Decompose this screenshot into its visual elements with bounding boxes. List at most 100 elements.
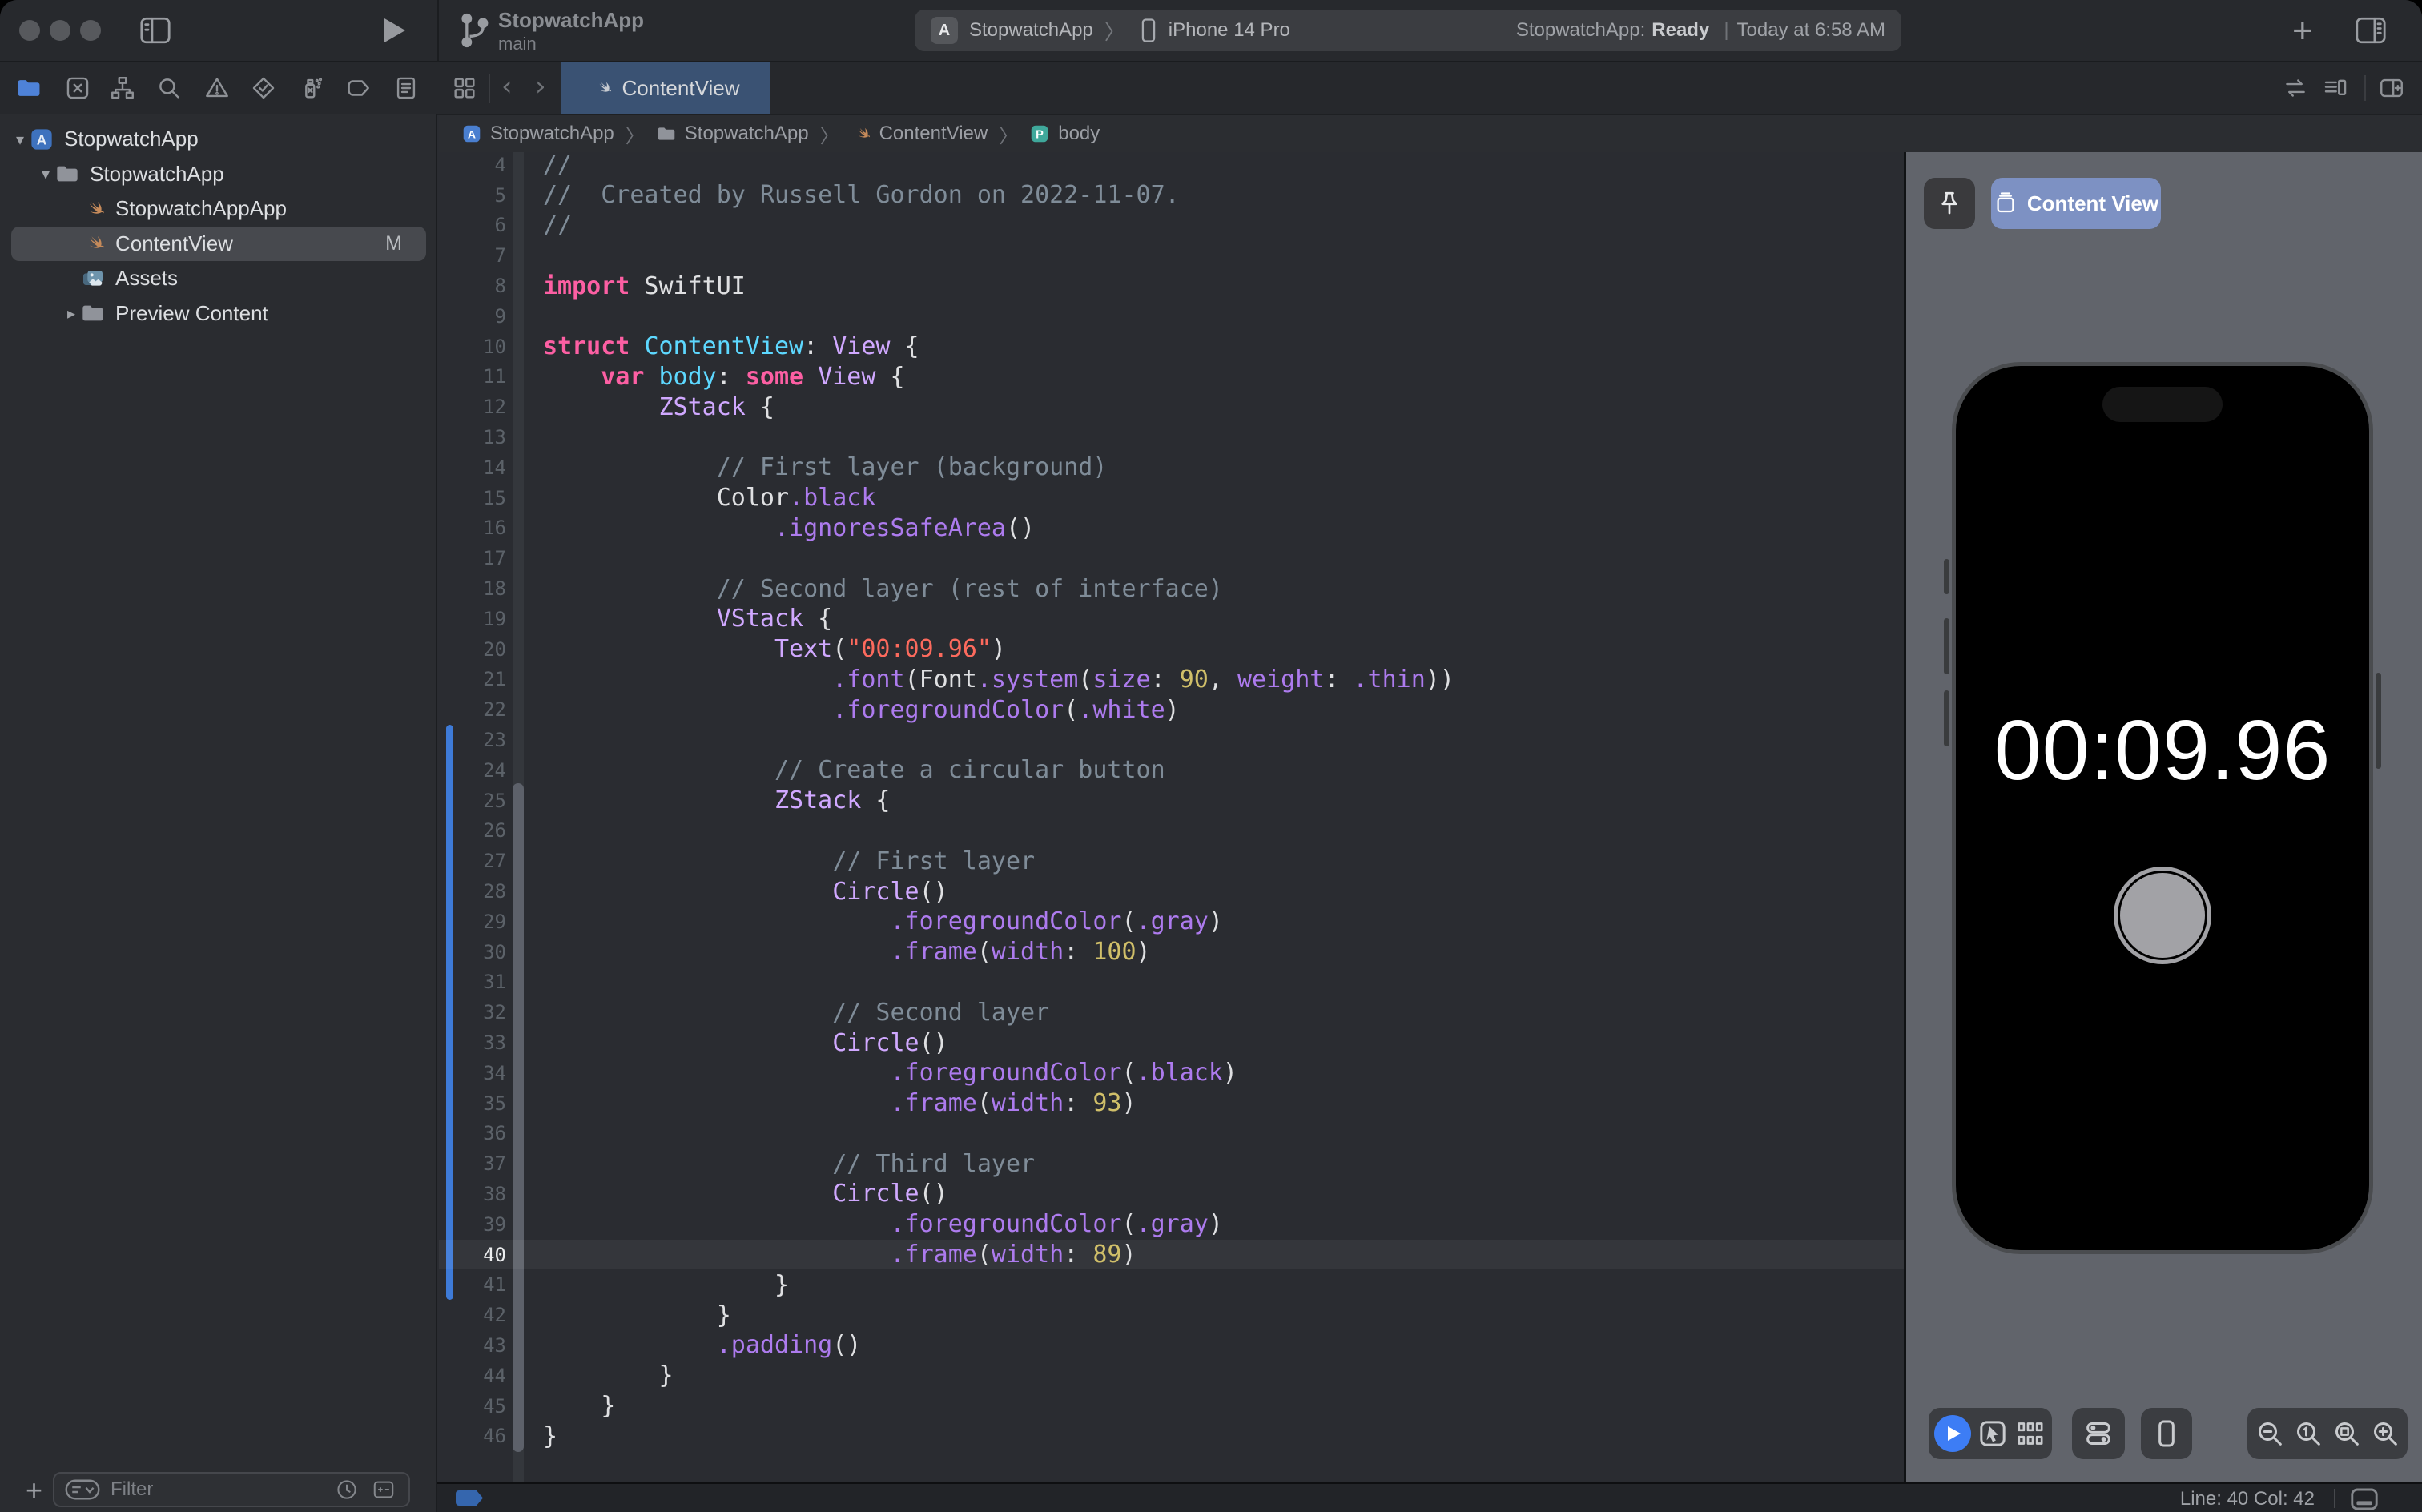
- selectable-mode-icon[interactable]: [1977, 1418, 2009, 1450]
- recent-files-icon[interactable]: [335, 1478, 359, 1502]
- device-settings-icon[interactable]: [2082, 1418, 2114, 1450]
- add-item-icon[interactable]: +: [2292, 11, 2313, 51]
- report-navigator-icon[interactable]: [390, 72, 422, 104]
- code-line[interactable]: 22 .foregroundColor(.white): [439, 694, 1904, 725]
- run-button[interactable]: [384, 18, 405, 42]
- issue-navigator-icon[interactable]: [201, 72, 233, 104]
- stopwatch-button[interactable]: [2114, 867, 2211, 964]
- code-line[interactable]: 33 Circle(): [439, 1027, 1904, 1058]
- code-line[interactable]: 10 struct ContentView: View {: [439, 332, 1904, 362]
- related-items-icon[interactable]: [449, 72, 481, 104]
- go-forward-icon[interactable]: ›: [535, 70, 546, 103]
- editor-options-icon[interactable]: [2319, 72, 2352, 104]
- toggle-inspector-icon[interactable]: [2355, 16, 2387, 49]
- code-line[interactable]: 18 // Second layer (rest of interface): [439, 573, 1904, 604]
- code-line[interactable]: 26: [439, 816, 1904, 846]
- disclosure-icon[interactable]: ▸: [62, 304, 80, 323]
- sidebar-item-preview-content[interactable]: ▸ Preview Content: [0, 296, 437, 332]
- add-file-icon[interactable]: +: [26, 1474, 42, 1507]
- source-control-filter-icon[interactable]: [372, 1478, 396, 1502]
- code-line[interactable]: 28 Circle(): [439, 876, 1904, 907]
- variants-mode-icon[interactable]: [2014, 1418, 2046, 1450]
- code-line[interactable]: 17: [439, 543, 1904, 573]
- code-line[interactable]: 31: [439, 967, 1904, 998]
- scheme-bar[interactable]: A StopwatchApp 〉 iPhone 14 Pro Stopwatch…: [915, 10, 1901, 51]
- code-line[interactable]: 40 .frame(width: 89): [439, 1239, 1904, 1270]
- code-line[interactable]: 8 import SwiftUI: [439, 271, 1904, 301]
- code-review-icon[interactable]: [2279, 72, 2311, 104]
- code-line[interactable]: 44 }: [439, 1361, 1904, 1391]
- code-line[interactable]: 42 }: [439, 1300, 1904, 1330]
- sidebar-item-stopwatchapp[interactable]: ▾ StopwatchApp: [0, 157, 437, 192]
- breadcrumb[interactable]: A StopwatchApp 〉 StopwatchApp 〉 ContentView 〉 P…: [439, 115, 2422, 152]
- debug-navigator-icon[interactable]: [295, 72, 327, 104]
- pin-preview-button[interactable]: [1924, 178, 1975, 229]
- code-line[interactable]: 24 // Create a circular button: [439, 755, 1904, 786]
- code-line[interactable]: 30 .frame(width: 100): [439, 937, 1904, 967]
- sidebar-item-stopwatchapp[interactable]: ▾ A StopwatchApp: [0, 122, 437, 157]
- editor-tab-contentview[interactable]: ContentView: [561, 62, 770, 114]
- code-line[interactable]: 11 var body: some View {: [439, 362, 1904, 392]
- code-line[interactable]: 12 ZStack {: [439, 392, 1904, 422]
- project-name[interactable]: StopwatchApp: [498, 8, 644, 33]
- run-destination[interactable]: iPhone 14 Pro: [1169, 19, 1290, 42]
- breadcrumb-item-contentview[interactable]: ContentView: [851, 123, 988, 145]
- device-bezels-icon[interactable]: [2150, 1418, 2183, 1450]
- breadcrumb-item-body[interactable]: Pbody: [1029, 123, 1100, 145]
- code-line[interactable]: 6 //: [439, 211, 1904, 241]
- code-line[interactable]: 34 .foregroundColor(.black): [439, 1058, 1904, 1088]
- branch-name[interactable]: main: [498, 34, 537, 54]
- breakpoint-indicator-icon[interactable]: [456, 1490, 483, 1506]
- symbols-navigator-icon[interactable]: [107, 72, 139, 104]
- code-line[interactable]: 23: [439, 725, 1904, 755]
- code-line[interactable]: 7: [439, 240, 1904, 271]
- code-line[interactable]: 45 }: [439, 1391, 1904, 1422]
- sidebar-item-stopwatchappapp[interactable]: StopwatchAppApp: [0, 191, 437, 227]
- code-line[interactable]: 16 .ignoresSafeArea(): [439, 513, 1904, 544]
- add-editor-icon[interactable]: [2376, 72, 2408, 104]
- disclosure-icon[interactable]: ▾: [11, 130, 29, 149]
- filter-field[interactable]: Filter: [53, 1472, 410, 1507]
- breadcrumb-item-stopwatchapp[interactable]: StopwatchApp: [656, 123, 809, 145]
- code-line[interactable]: 20 Text("00:09.96"): [439, 634, 1904, 665]
- zoom-out-icon[interactable]: [2254, 1418, 2286, 1450]
- code-line[interactable]: 19 VStack {: [439, 604, 1904, 634]
- code-line[interactable]: 5 // Created by Russell Gordon on 2022-11…: [439, 180, 1904, 211]
- zoom-window-button[interactable]: [80, 20, 101, 41]
- code-line[interactable]: 15 Color.black: [439, 483, 1904, 513]
- code-line[interactable]: 25 ZStack {: [439, 786, 1904, 816]
- code-line[interactable]: 9: [439, 301, 1904, 332]
- sidebar-item-contentview[interactable]: ContentView M: [11, 226, 426, 261]
- code-editor[interactable]: 4 // 5 // Created by Russell Gordon on 2022…: [439, 152, 1904, 1482]
- code-line[interactable]: 46}: [439, 1421, 1904, 1451]
- code-line[interactable]: 14 // First layer (background): [439, 452, 1904, 483]
- code-line[interactable]: 32 // Second layer: [439, 997, 1904, 1027]
- zoom-in-icon[interactable]: [2369, 1418, 2401, 1450]
- breadcrumb-item-stopwatchapp[interactable]: A StopwatchApp: [461, 123, 614, 145]
- zoom-100-icon[interactable]: [2292, 1418, 2324, 1450]
- code-line[interactable]: 36: [439, 1119, 1904, 1149]
- code-line[interactable]: 43 .padding(): [439, 1330, 1904, 1361]
- code-line[interactable]: 35 .frame(width: 93): [439, 1088, 1904, 1119]
- live-preview-play-icon[interactable]: [1934, 1415, 1971, 1452]
- code-line[interactable]: 39 .foregroundColor(.gray): [439, 1209, 1904, 1240]
- scheme-name[interactable]: StopwatchApp: [969, 19, 1093, 42]
- content-view-preview-button[interactable]: Content View: [1991, 178, 2161, 229]
- code-line[interactable]: 13: [439, 422, 1904, 452]
- test-navigator-icon[interactable]: [247, 72, 280, 104]
- disclosure-icon[interactable]: ▾: [37, 164, 54, 183]
- code-line[interactable]: 38 Circle(): [439, 1179, 1904, 1209]
- code-line[interactable]: 29 .foregroundColor(.gray): [439, 907, 1904, 937]
- go-back-icon[interactable]: ‹: [501, 70, 513, 103]
- zoom-fit-icon[interactable]: [2331, 1418, 2363, 1450]
- close-window-button[interactable]: [19, 20, 40, 41]
- project-navigator-icon[interactable]: [13, 72, 45, 104]
- code-line[interactable]: 41 }: [439, 1269, 1904, 1300]
- breakpoint-navigator-icon[interactable]: [342, 72, 374, 104]
- code-line[interactable]: 21 .font(Font.system(size: 90, weight: .…: [439, 665, 1904, 695]
- find-navigator-icon[interactable]: [153, 72, 185, 104]
- code-line[interactable]: 37 // Third layer: [439, 1148, 1904, 1179]
- toggle-navigator-icon[interactable]: [139, 16, 171, 49]
- code-line[interactable]: 4 //: [439, 152, 1904, 180]
- bottom-bar-toggle-icon[interactable]: [2348, 1486, 2380, 1512]
